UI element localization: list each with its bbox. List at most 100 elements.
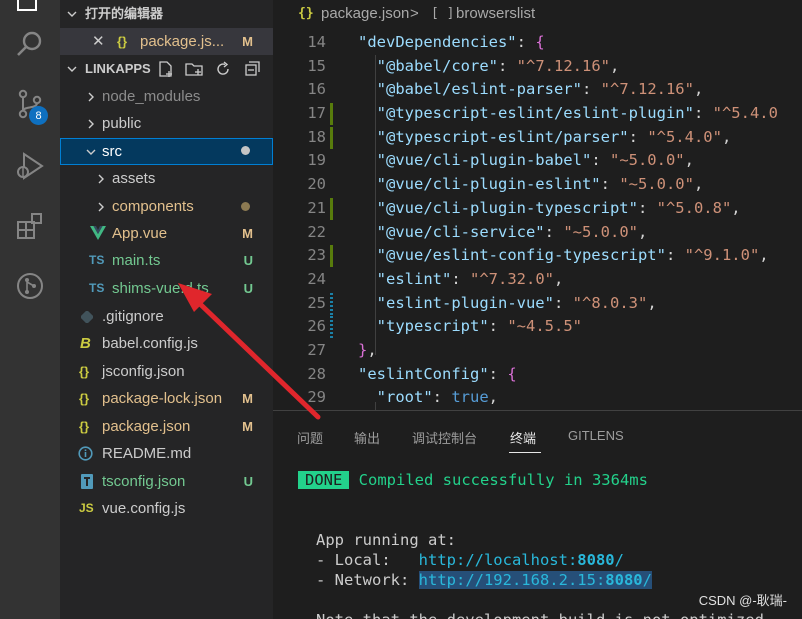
source-control-badge: 8 [29,106,48,125]
tab-terminal[interactable]: 终端 [510,428,536,447]
gutter-added-marker [330,126,333,149]
tree-item-jsconfig[interactable]: {} jsconfig.json [60,358,273,385]
explorer-sidebar: 打开的编辑器 ✕ {} package.js... M LINKAPPS nod… [60,0,273,619]
javascript-file-icon: JS [79,501,94,515]
git-status-badge: M [242,391,253,406]
new-folder-icon[interactable] [185,60,203,78]
open-editor-item[interactable]: ✕ {} package.js... M [60,28,273,55]
tree-item-public[interactable]: public [60,110,273,137]
tree-item-components[interactable]: components [60,193,273,220]
tree-item-label: package.json [102,418,191,435]
tree-item-label: public [102,115,142,132]
open-editor-name: package.js... [140,33,225,50]
chevron-right-icon [84,83,98,110]
code-line: 14 "devDependencies": { [307,33,545,51]
project-title: LINKAPPS [85,61,151,76]
code-line: 17 "@typescript-eslint/eslint-plugin": "… [273,102,802,126]
json-file-icon: {} [79,391,90,406]
open-editors-title: 打开的编辑器 [85,6,164,21]
terminal-local-line: - Local: http://localhost:8080/ [316,551,624,569]
tree-item-label: babel.config.js [102,335,198,352]
code-line: 15 "@babel/core": "^7.12.16", [307,56,620,75]
local-url-link[interactable]: http://localhost:8080/ [419,551,624,569]
json-file-icon: {} [79,419,90,434]
new-file-icon[interactable] [157,60,175,78]
code-line: 25 "eslint-plugin-vue": "^8.0.3", [273,292,802,316]
tree-item-label: main.ts [112,252,161,269]
brackets-icon: [ ] [431,6,455,21]
chevron-right-icon [94,193,108,220]
tab-gitlens[interactable]: GITLENS [568,428,624,443]
breadcrumb-separator: > [410,5,419,22]
chevron-right-icon [94,165,108,192]
tree-item-readme[interactable]: README.md [60,440,273,467]
run-debug-icon[interactable] [12,148,48,184]
breadcrumb: {} package.json > [ ] browserslist [273,0,802,28]
git-status-badge: M [242,419,253,434]
json-file-icon: {} [79,364,90,379]
tree-item-assets[interactable]: assets [60,165,273,192]
tree-item-package-lock[interactable]: {} package-lock.json M [60,385,273,412]
gitlens-icon[interactable] [12,268,48,304]
close-icon[interactable]: ✕ [92,28,105,55]
gitignore-file-icon [81,311,93,323]
breadcrumb-file[interactable]: package.json [321,0,409,28]
open-editors-header[interactable]: 打开的编辑器 [60,0,273,27]
tree-item-main-ts[interactable]: TS main.ts U [60,247,273,274]
chevron-down-icon [84,138,98,165]
explorer-icon[interactable] [12,0,48,14]
tab-output[interactable]: 输出 [354,428,380,447]
gutter-added-marker [330,103,333,126]
babel-file-icon: B [80,335,91,352]
code-line: 22 "@vue/cli-service": "~5.0.0", [307,222,648,241]
terminal-note: Note that the development build is not o… [316,610,773,619]
tree-item-vue-config[interactable]: JS vue.config.js [60,495,273,522]
breadcrumb-section[interactable]: browserslist [456,0,535,28]
git-status-badge: U [243,253,253,268]
bottom-panel: 问题 输出 调试控制台 终端 GITLENS DONE Compiled suc… [273,410,802,619]
gutter-modified-marker [330,292,333,315]
code-line: 20 "@vue/cli-plugin-eslint": "~5.0.0", [307,175,704,194]
modified-dot-icon [241,146,250,155]
tree-item-shims-vue[interactable]: TS shims-vue.d.ts U [60,275,273,302]
tab-problems[interactable]: 问题 [297,428,323,447]
chevron-right-icon [84,110,98,137]
git-status-badge: M [242,226,253,241]
json-file-icon: {} [298,6,314,21]
network-url-link[interactable]: http://192.168.2.15:8080/ [418,571,652,589]
vue-file-icon [90,226,106,240]
tree-item-src[interactable]: src [60,138,273,165]
tree-item-node-modules[interactable]: node_modules [60,83,273,110]
tree-item-label: App.vue [112,225,168,242]
info-file-icon [78,446,93,461]
modified-dot-icon [241,202,250,211]
project-header[interactable]: LINKAPPS [60,55,273,82]
refresh-icon[interactable] [214,60,232,78]
code-line: 28 "eslintConfig": { [307,364,517,383]
gutter-modified-marker [330,316,333,339]
terminal-app-running: App running at: [316,531,456,549]
tree-item-label: jsconfig.json [102,363,185,380]
tree-item-package-json[interactable]: {} package.json M [60,413,273,440]
tree-item-app-vue[interactable]: App.vue M [60,220,273,247]
extensions-icon[interactable] [12,208,48,244]
tree-item-label: shims-vue.d.ts [112,280,209,297]
tree-item-babel-config[interactable]: B babel.config.js [60,330,273,357]
tree-item-gitignore[interactable]: .gitignore [60,303,273,330]
code-editor[interactable]: {} package.json > [ ] browserslist 14 "de… [273,0,802,410]
tab-debug-console[interactable]: 调试控制台 [412,428,477,447]
code-area[interactable]: 14 "devDependencies": { 15 "@babel/core":… [273,31,802,410]
collapse-all-icon[interactable] [244,60,262,78]
search-icon[interactable] [12,26,48,62]
code-line: 18 "@typescript-eslint/parser": "^5.4.0"… [273,126,802,150]
tree-item-label: .gitignore [102,308,164,325]
code-line: 19 "@vue/cli-plugin-babel": "~5.0.0", [307,151,694,170]
gutter-added-marker [330,197,333,220]
tree-item-tsconfig[interactable]: tsconfig.json U [60,468,273,495]
chevron-down-icon [65,55,79,82]
typescript-file-icon: TS [89,253,105,267]
tree-item-label: node_modules [102,88,201,105]
terminal-compile-line: DONE Compiled successfully in 3364ms [298,470,648,490]
code-line: 29 "root": true, [307,388,499,407]
tree-item-label: tsconfig.json [102,473,186,490]
